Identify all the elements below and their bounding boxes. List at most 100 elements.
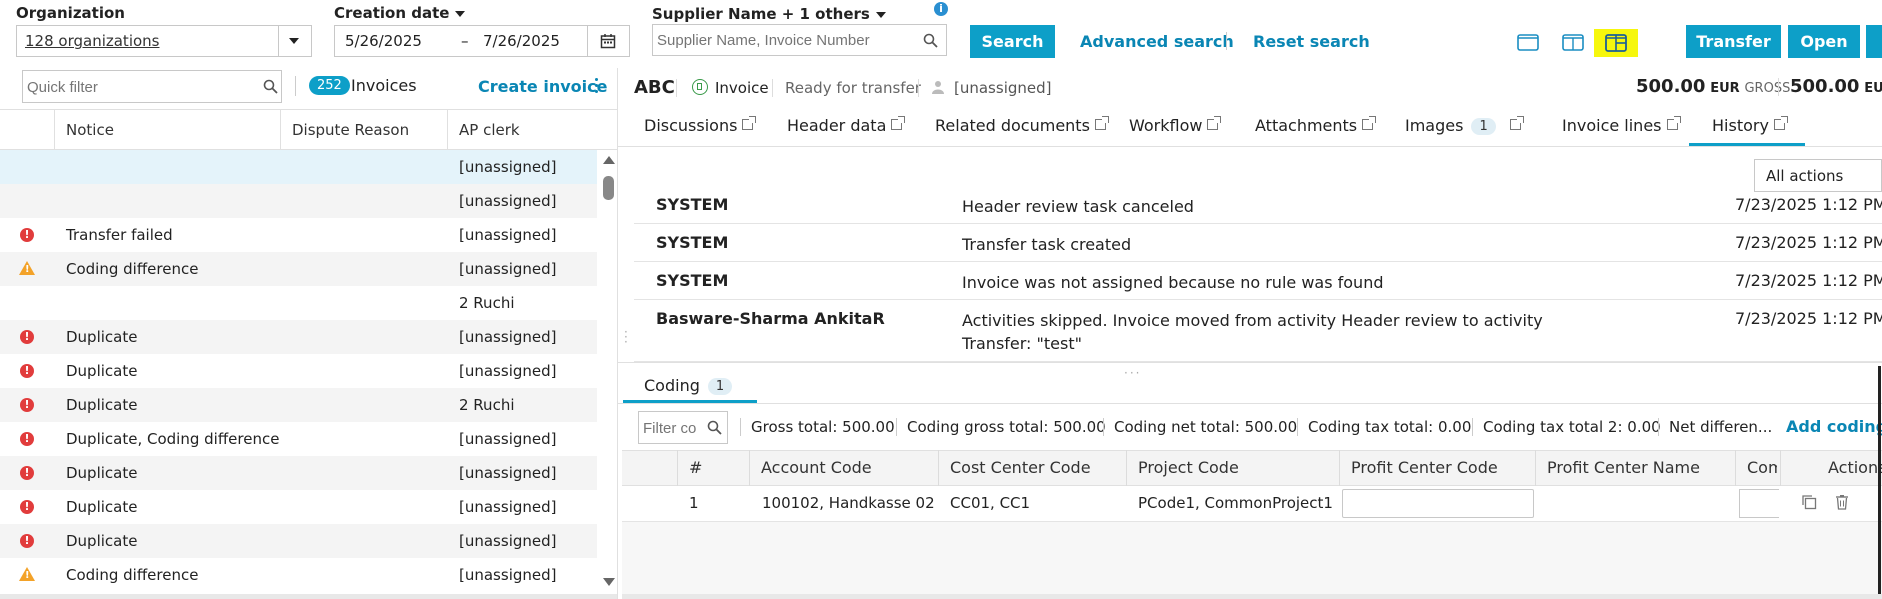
list-item[interactable]: ! Duplicate, Coding difference [unassigned…	[0, 422, 597, 456]
history-user: SYSTEM	[656, 233, 729, 252]
search-icon[interactable]	[707, 420, 722, 435]
error-icon: !	[20, 500, 34, 514]
split-pane-layout-icon[interactable]	[1562, 34, 1584, 51]
history-timestamp: 7/23/2025 1:12 PM	[1735, 233, 1882, 252]
supplier-search-input[interactable]	[657, 29, 907, 51]
gross-amount: 500.00 EUR GROSS	[1636, 76, 1791, 97]
gross-total: Gross total: 500.00	[751, 418, 895, 436]
search-icon[interactable]	[923, 33, 938, 48]
list-item[interactable]: ! Duplicate [unassigned]	[0, 320, 597, 354]
info-icon[interactable]: i	[934, 2, 948, 16]
layout-highlight[interactable]	[1594, 29, 1638, 57]
list-item[interactable]: ! Duplicate [unassigned]	[0, 490, 597, 524]
search-button[interactable]: Search	[970, 25, 1055, 58]
vertical-scrollbar[interactable]	[1878, 366, 1881, 599]
column-number[interactable]: #	[689, 458, 702, 477]
list-item[interactable]: ! Transfer failed [unassigned]	[0, 218, 597, 252]
coding-row-number: 1	[689, 494, 699, 512]
column-com[interactable]: Com	[1747, 458, 1777, 477]
column-profit-center-name[interactable]: Profit Center Name	[1547, 458, 1700, 477]
transfer-button[interactable]: Transfer	[1686, 25, 1781, 58]
chevron-down-icon	[455, 10, 466, 17]
scroll-up-icon[interactable]	[603, 156, 615, 164]
add-coding-link[interactable]: Add coding	[1786, 417, 1882, 436]
assignee: [unassigned]	[954, 79, 1052, 97]
error-icon: !	[20, 330, 34, 344]
history-action-filter[interactable]: All actions	[1754, 159, 1882, 192]
tab-discussions[interactable]: Discussions	[644, 116, 757, 135]
date-from[interactable]: 5/26/2025	[345, 32, 422, 50]
single-pane-layout-icon[interactable]	[1517, 34, 1539, 51]
coding-row-project[interactable]: PCode1, CommonProject1	[1138, 494, 1333, 512]
coding-row-cost-center[interactable]: CC01, CC1	[950, 494, 1030, 512]
invoice-supplier: ABC	[634, 77, 675, 98]
quick-filter-field[interactable]	[22, 70, 282, 103]
history-user: SYSTEM	[656, 196, 729, 214]
list-item[interactable]: ! Duplicate [unassigned]	[0, 524, 597, 558]
tab-coding[interactable]: Coding 1	[644, 376, 733, 395]
list-item[interactable]: [unassigned]	[0, 150, 597, 184]
list-item[interactable]: ! Duplicate [unassigned]	[0, 456, 597, 490]
column-dispute-reason[interactable]: Dispute Reason	[292, 121, 409, 139]
column-project-code[interactable]: Project Code	[1138, 458, 1239, 477]
column-cost-center-code[interactable]: Cost Center Code	[950, 458, 1091, 477]
history-action: Invoice was not assigned because no rule…	[962, 273, 1384, 292]
com-input[interactable]	[1739, 489, 1779, 518]
list-item[interactable]: ! Duplicate [unassigned]	[0, 354, 597, 388]
list-item[interactable]: ! Coding difference [unassigned]	[0, 558, 597, 592]
create-invoice-link[interactable]: Create invoice	[478, 77, 607, 96]
organization-select[interactable]: 128 organizations	[16, 25, 312, 57]
coding-row-account[interactable]: 100102, Handkasse 02	[762, 494, 935, 512]
list-item[interactable]: [unassigned]	[0, 184, 597, 218]
date-to[interactable]: 7/26/2025	[483, 32, 560, 50]
list-item[interactable]: ! Duplicate 2 Ruchi	[0, 388, 597, 422]
more-options-icon[interactable]	[595, 78, 599, 94]
scroll-down-icon[interactable]	[603, 578, 615, 586]
copy-icon[interactable]	[1801, 494, 1817, 510]
horizontal-scrollbar[interactable]	[0, 594, 617, 599]
more-actions-button[interactable]	[1866, 25, 1882, 58]
supplier-filter-label[interactable]: Supplier Name + 1 others	[652, 5, 886, 23]
search-icon[interactable]	[263, 79, 278, 94]
scrollbar-thumb[interactable]	[603, 176, 614, 200]
external-link-icon	[1666, 116, 1681, 130]
chevron-down-icon	[289, 38, 299, 44]
calendar-icon[interactable]	[600, 33, 616, 49]
external-link-icon	[1362, 116, 1377, 130]
horizontal-scrollbar[interactable]	[622, 594, 1882, 599]
history-user: SYSTEM	[656, 271, 729, 290]
profit-center-code-input[interactable]	[1342, 489, 1534, 518]
supplier-search-field[interactable]	[652, 24, 947, 56]
column-notice[interactable]: Notice	[66, 121, 114, 139]
creation-date-label[interactable]: Creation date	[334, 4, 466, 22]
coding-filter-field[interactable]	[638, 411, 728, 444]
tab-header-data[interactable]: Header data	[787, 116, 906, 135]
tab-images[interactable]: Images 1	[1405, 116, 1524, 135]
column-ap-clerk[interactable]: AP clerk	[459, 121, 520, 139]
coding-count-badge: 1	[707, 378, 733, 395]
delete-icon[interactable]	[1835, 494, 1849, 510]
tab-related-documents[interactable]: Related documents	[935, 116, 1109, 135]
tab-attachments[interactable]: Attachments	[1255, 116, 1377, 135]
notice-text: Duplicate	[66, 396, 138, 414]
notice-text: Duplicate	[66, 328, 138, 346]
tab-invoice-lines[interactable]: Invoice lines	[1562, 116, 1681, 135]
list-item[interactable]: 2 Ruchi	[0, 286, 597, 320]
tab-workflow[interactable]: Workflow	[1129, 116, 1222, 135]
error-icon: !	[20, 364, 34, 378]
column-account-code[interactable]: Account Code	[761, 458, 872, 477]
list-scrollbar[interactable]	[600, 150, 617, 590]
list-item[interactable]: ! Coding difference [unassigned]	[0, 252, 597, 286]
reset-search-link[interactable]: Reset search	[1253, 32, 1370, 51]
open-button[interactable]: Open	[1788, 25, 1860, 58]
chevron-down-icon	[875, 11, 886, 18]
horizontal-resize-handle-icon[interactable]: ···	[1124, 366, 1141, 380]
tab-history[interactable]: History	[1712, 116, 1788, 135]
three-pane-layout-icon[interactable]	[1605, 34, 1627, 52]
advanced-search-link[interactable]: Advanced search	[1080, 32, 1234, 51]
quick-filter-input[interactable]	[27, 76, 247, 98]
column-profit-center-code[interactable]: Profit Center Code	[1351, 458, 1498, 477]
history-timestamp: 7/23/2025 1:12 PM	[1735, 196, 1882, 214]
coding-filter-input[interactable]	[643, 417, 703, 439]
creation-date-range[interactable]: 5/26/2025 – 7/26/2025	[334, 25, 630, 57]
